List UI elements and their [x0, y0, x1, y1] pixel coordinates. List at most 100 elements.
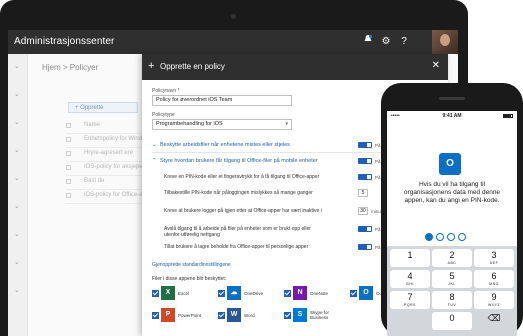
new-policy-button[interactable]: + Opprette: [68, 102, 138, 113]
pin-dot: [447, 233, 455, 241]
excel-icon: X: [161, 286, 175, 300]
key-8[interactable]: 8 TUV: [432, 291, 472, 309]
avatar-face: [440, 34, 450, 46]
app-label: OneNote: [310, 291, 329, 296]
chevron-down-icon[interactable]: ⌄: [14, 258, 22, 266]
word-icon: W: [227, 308, 241, 322]
help-icon[interactable]: ?: [396, 34, 412, 50]
app-title: Administrasjonssenter: [14, 36, 115, 47]
restore-defaults-link[interactable]: Gjenopprette standardinnstillingene: [152, 262, 231, 268]
app-checkbox[interactable]: [218, 290, 225, 297]
app-checkbox[interactable]: [350, 290, 357, 297]
camera-icon: [231, 14, 236, 19]
toggle-label: På: [375, 159, 381, 164]
plus-icon: +: [148, 60, 155, 72]
chevron-down-icon[interactable]: ⌄: [14, 146, 22, 154]
phone-speaker: [439, 97, 465, 100]
onedrive-icon: ☁: [227, 286, 241, 300]
pin-dot: [436, 233, 444, 241]
app-checkbox[interactable]: [284, 312, 291, 319]
bell-icon: [364, 35, 372, 41]
reset-pin-count-input[interactable]: 5: [358, 189, 368, 197]
setting-deny-access: Avslå tilgang til å arbeide på filer på …: [164, 226, 311, 238]
policy-type-select[interactable]: Programbehandling for iOS ▾: [152, 119, 292, 130]
chevron-down-icon[interactable]: ⌄: [14, 90, 22, 98]
app-checkbox[interactable]: [152, 312, 159, 319]
chevron-down-icon[interactable]: ⌄: [14, 202, 22, 210]
key-6[interactable]: 6 MNO: [474, 270, 514, 288]
key-4[interactable]: 4 GHI: [390, 270, 430, 288]
chevron-up-icon: ⌃: [152, 158, 157, 164]
chevron-down-icon: ▾: [285, 121, 288, 127]
close-icon[interactable]: ✕: [432, 60, 440, 71]
chevron-down-icon: ⌄: [152, 142, 157, 148]
setting-relogin: Kreve at brukere logger på igjen etter a…: [164, 208, 322, 214]
app-label: OneDrive: [244, 291, 264, 296]
app-label: Word: [244, 313, 255, 318]
numeric-keypad: 1 2 ABC 3 DEF 4 GHI 5 JKL 6 MNO 7 PQRS 8 TUV 9W…: [387, 246, 517, 336]
toggle-label: På: [375, 227, 381, 232]
onenote-icon: N: [293, 286, 307, 300]
policy-name-field[interactable]: Policy for øverordnet iOS Team: [152, 95, 292, 106]
setting-allow-save: Tillat brukere å lagre beholde fra Offic…: [164, 244, 309, 250]
app-label: Skype for Business: [310, 310, 330, 320]
policy-name-label: Policynavn *: [152, 88, 180, 94]
key-1[interactable]: 1: [390, 249, 430, 267]
toggle-label: På: [375, 175, 381, 180]
section-protect-files[interactable]: ⌄ Beskytte arbeidsfiler når enhetene mist…: [152, 142, 290, 148]
key-9[interactable]: 9 WXYZ: [474, 291, 514, 309]
status-bar: ••••• 9:41 AM: [387, 111, 517, 121]
pin-dot: [425, 233, 433, 241]
app-checkbox[interactable]: [284, 290, 291, 297]
panel-title: Opprette en policy: [160, 62, 225, 71]
gear-icon[interactable]: ⚙: [378, 34, 394, 50]
breadcrumb[interactable]: Hjem > Policyer: [42, 63, 98, 72]
toggle-label: På: [375, 245, 381, 250]
section-office-access[interactable]: ⌃ Styre hvordan brukere får tilgang til O…: [152, 158, 318, 164]
pin-prompt: Hvis du vil ha tilgang til organisasjone…: [403, 181, 501, 204]
chevron-down-icon[interactable]: ⌄: [14, 286, 22, 294]
app-checkbox[interactable]: [218, 312, 225, 319]
toggle-allow-save[interactable]: [358, 244, 372, 250]
toggle-office-access[interactable]: [358, 158, 372, 164]
powerpoint-icon: P: [161, 308, 175, 322]
app-label: PowerPoint: [178, 313, 202, 318]
relogin-minutes-input[interactable]: 30: [358, 207, 368, 215]
policy-type-value: Programbehandling for iOS: [156, 121, 223, 127]
notification-icon[interactable]: [360, 34, 376, 50]
skype-icon: S: [293, 308, 307, 322]
pin-dot: [458, 233, 466, 241]
battery-icon: [503, 114, 513, 118]
key-5[interactable]: 5 JKL: [432, 270, 472, 288]
chevron-down-icon[interactable]: ⌄: [14, 62, 22, 70]
key-3[interactable]: 3 DEF: [474, 249, 514, 267]
setting-reset-pin: Tilbakestille PIN-kode når påloggingen m…: [164, 190, 313, 196]
backspace-icon[interactable]: ⌫: [474, 312, 514, 330]
admin-topbar: Administrasjonssenter ⚙ ?: [8, 30, 458, 54]
toggle-require-pin[interactable]: [358, 174, 372, 180]
app-checkbox[interactable]: [152, 290, 159, 297]
avatar[interactable]: [432, 30, 458, 54]
phone-screen: ••••• 9:41 AM O Hvis du vil ha tilgang t…: [387, 111, 517, 336]
app-label: Excel: [178, 291, 190, 296]
policy-type-label: Policytype: [152, 112, 175, 118]
key-blank: [390, 312, 430, 330]
chevron-down-icon[interactable]: ⌄: [14, 174, 22, 182]
chevron-down-icon[interactable]: ⌄: [14, 230, 22, 238]
toggle-protect-files[interactable]: [358, 142, 372, 148]
panel-header: + Opprette en policy ✕: [142, 54, 448, 80]
setting-require-pin: Kreve en PIN-kode eller et fingeravtrykk…: [164, 174, 320, 180]
apps-heading: Filer i disse appene blir beskyttet:: [152, 276, 227, 282]
outlook-app-icon: O: [439, 153, 461, 175]
phone-frame: ••••• 9:41 AM O Hvis du vil ha tilgang t…: [381, 83, 523, 336]
chevron-down-icon[interactable]: ⌄: [14, 118, 22, 126]
pin-dots: [425, 228, 479, 241]
toggle-label: På: [375, 143, 381, 148]
product-showcase: Administrasjonssenter ⚙ ? ⌄ ⌄ ⌄ ⌄ ⌄ ⌄ ⌄ …: [0, 0, 523, 336]
left-nav-rail: ⌄ ⌄ ⌄ ⌄ ⌄ ⌄ ⌄ ⌄ ⌄: [8, 54, 28, 336]
toggle-deny-access[interactable]: [358, 226, 372, 232]
key-2[interactable]: 2 ABC: [432, 249, 472, 267]
key-0[interactable]: 0: [432, 312, 472, 330]
key-7[interactable]: 7 PQRS: [390, 291, 430, 309]
status-time: 9:41 AM: [442, 113, 462, 119]
